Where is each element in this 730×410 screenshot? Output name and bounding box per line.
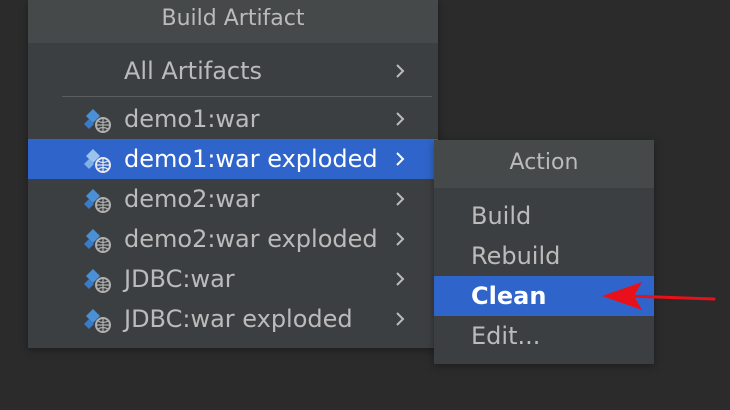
menu-item-label: All Artifacts (124, 57, 263, 85)
action-label: Build (471, 202, 532, 230)
annotation-arrow-icon (602, 282, 716, 310)
web-artifact-icon (84, 149, 111, 173)
chevron-right-icon (396, 232, 405, 246)
menu-item-artifact[interactable]: demo2:war exploded (28, 219, 438, 259)
chevron-right-icon (396, 312, 405, 326)
action-label: Clean (471, 282, 547, 310)
web-artifact-icon (84, 309, 111, 333)
action-build[interactable]: Build (434, 196, 654, 236)
menu-item-label: demo1:war (124, 105, 260, 133)
menu-item-label: demo1:war exploded (124, 145, 378, 173)
menu-item-artifact[interactable]: demo1:war (28, 99, 438, 139)
menu-item-label: JDBC:war exploded (124, 305, 353, 333)
action-edit[interactable]: Edit... (434, 316, 654, 356)
menu-item-artifact[interactable]: demo2:war (28, 179, 438, 219)
menu-item-label: JDBC:war (124, 265, 235, 293)
chevron-right-icon (396, 64, 405, 78)
menu-item-artifact[interactable]: JDBC:war (28, 259, 438, 299)
web-artifact-icon (84, 269, 111, 293)
chevron-right-icon (396, 152, 405, 166)
web-artifact-icon (84, 229, 111, 253)
web-artifact-icon (84, 109, 111, 133)
chevron-right-icon (396, 272, 405, 286)
menu-title: Build Artifact (28, 0, 438, 43)
menu-separator (62, 96, 432, 97)
menu-item-label: demo2:war (124, 185, 260, 213)
web-artifact-icon (84, 189, 111, 213)
menu-item-artifact[interactable]: JDBC:war exploded (28, 299, 438, 339)
submenu-title: Action (434, 140, 654, 188)
build-artifact-menu: Build Artifact All Artifacts demo1:war d… (28, 0, 438, 348)
chevron-right-icon (396, 112, 405, 126)
action-label: Edit... (471, 322, 541, 350)
menu-item-label: demo2:war exploded (124, 225, 378, 253)
menu-item-artifact-selected[interactable]: demo1:war exploded (28, 139, 438, 179)
action-label: Rebuild (471, 242, 561, 270)
action-rebuild[interactable]: Rebuild (434, 236, 654, 276)
chevron-right-icon (396, 192, 405, 206)
menu-item-all-artifacts[interactable]: All Artifacts (28, 51, 438, 91)
action-submenu: Action Build Rebuild Clean Edit... (434, 140, 654, 364)
